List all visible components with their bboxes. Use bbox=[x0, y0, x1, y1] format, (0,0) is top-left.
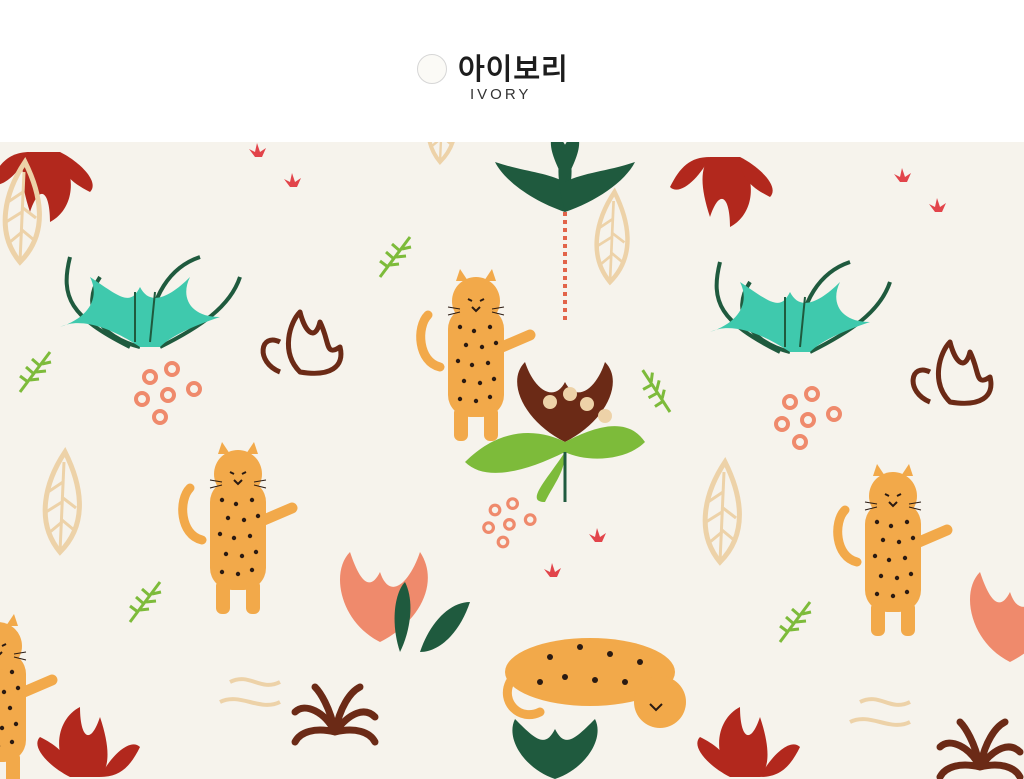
product-color-section: 아이보리 IVORY bbox=[0, 0, 1024, 779]
leopard-jungle-pattern bbox=[0, 142, 1024, 779]
color-name-korean: 아이보리 bbox=[458, 51, 569, 86]
color-name-english: IVORY bbox=[470, 86, 532, 103]
color-option[interactable]: 아이보리 bbox=[417, 50, 569, 88]
color-swatch-circle[interactable] bbox=[417, 54, 447, 84]
fabric-pattern-photo bbox=[0, 142, 1024, 779]
color-header: 아이보리 IVORY bbox=[0, 0, 1024, 142]
